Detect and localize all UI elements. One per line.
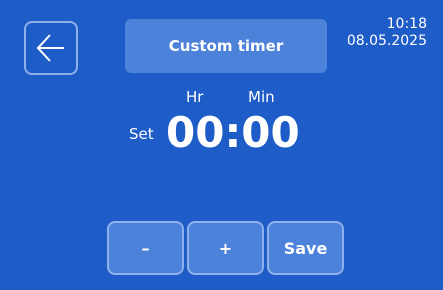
clock-date: 08.05.2025 (346, 33, 427, 49)
clock-time: 10:18 (386, 16, 427, 32)
hours-label: Hr (186, 88, 204, 106)
increment-button-label: + (218, 238, 233, 258)
save-button-label: Save (283, 238, 328, 258)
back-button[interactable] (24, 21, 78, 75)
screen: Custom timer 10:18 08.05.2025 Hr Min Set… (0, 0, 443, 290)
set-label: Set (129, 125, 154, 143)
increment-button[interactable]: + (187, 221, 264, 275)
page-title-text: Custom timer (168, 37, 284, 55)
minutes-label: Min (248, 88, 275, 106)
decrement-button-label: – (141, 238, 150, 258)
clock: 10:18 08.05.2025 (347, 16, 427, 50)
arrow-left-icon (36, 34, 64, 62)
decrement-button[interactable]: – (107, 221, 184, 275)
save-button[interactable]: Save (267, 221, 344, 275)
page-title: Custom timer (125, 19, 327, 73)
timer-value[interactable]: 00:00 (166, 108, 300, 158)
